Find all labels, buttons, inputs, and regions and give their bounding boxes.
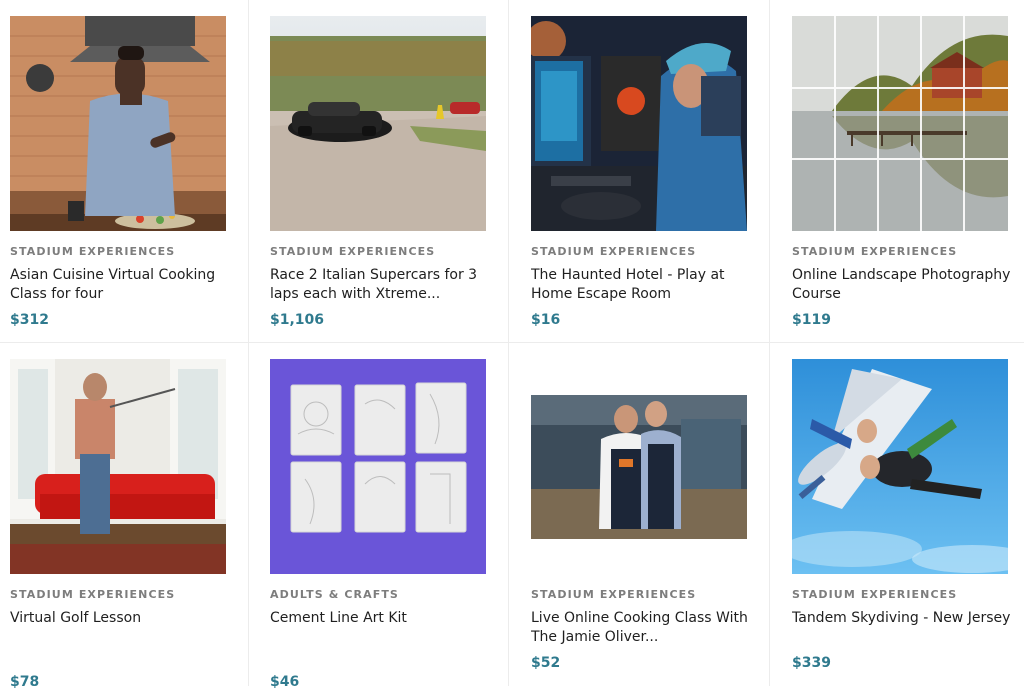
product-category: STADIUM EXPERIENCES [792, 588, 958, 601]
product-title[interactable]: Tandem Skydiving - New Jersey [792, 609, 1016, 647]
product-image[interactable] [270, 16, 486, 231]
product-price: $1,106 [270, 312, 325, 328]
product-card[interactable]: STADIUM EXPERIENCES Race 2 Italian Super… [249, 0, 509, 343]
product-card[interactable]: STADIUM EXPERIENCES Tandem Skydiving - N… [770, 343, 1024, 686]
product-price: $119 [792, 312, 831, 328]
product-title[interactable]: Asian Cuisine Virtual Cooking Class for … [10, 266, 240, 304]
gamer-at-computer-photo [531, 16, 747, 231]
product-image[interactable] [10, 16, 226, 231]
product-category: ADULTS & CRAFTS [270, 588, 399, 601]
product-price: $339 [792, 655, 831, 671]
product-card[interactable]: STADIUM EXPERIENCES Asian Cuisine Virtua… [0, 0, 249, 343]
product-category: STADIUM EXPERIENCES [10, 588, 176, 601]
product-category: STADIUM EXPERIENCES [270, 245, 436, 258]
product-price: $52 [531, 655, 561, 671]
product-category: STADIUM EXPERIENCES [792, 245, 958, 258]
product-image[interactable] [10, 359, 226, 574]
product-image[interactable] [792, 16, 1008, 231]
product-title[interactable]: Live Online Cooking Class With The Jamie… [531, 609, 761, 647]
product-category: STADIUM EXPERIENCES [10, 245, 176, 258]
product-title[interactable]: Virtual Golf Lesson [10, 609, 240, 647]
product-image[interactable] [531, 16, 747, 231]
product-price: $78 [10, 674, 40, 690]
cement-tiles-on-purple-photo [270, 359, 486, 574]
product-image[interactable] [531, 359, 747, 574]
product-title[interactable]: Cement Line Art Kit [270, 609, 500, 647]
product-card[interactable]: STADIUM EXPERIENCES Virtual Golf Lesson … [0, 343, 249, 690]
product-category: STADIUM EXPERIENCES [531, 588, 697, 601]
product-image[interactable] [270, 359, 486, 574]
two-chefs-in-kitchen-photo [531, 359, 747, 574]
product-price: $46 [270, 674, 300, 690]
product-card[interactable]: STADIUM EXPERIENCES Online Landscape Pho… [770, 0, 1024, 343]
product-price: $312 [10, 312, 49, 328]
product-title[interactable]: Race 2 Italian Supercars for 3 laps each… [270, 266, 500, 304]
tandem-skydivers-sky-photo [792, 359, 1008, 574]
lake-boathouse-landscape-photo [792, 16, 1008, 231]
product-category: STADIUM EXPERIENCES [531, 245, 697, 258]
supercar-on-racetrack-photo [270, 16, 486, 231]
product-title[interactable]: Online Landscape Photography Course [792, 266, 1016, 304]
man-golf-swing-living-room-photo [10, 359, 226, 574]
product-grid: STADIUM EXPERIENCES Asian Cuisine Virtua… [0, 0, 1024, 690]
product-price: $16 [531, 312, 561, 328]
man-cooking-in-kitchen-photo [10, 16, 226, 231]
product-card[interactable]: STADIUM EXPERIENCES The Haunted Hotel - … [509, 0, 770, 343]
product-title[interactable]: The Haunted Hotel - Play at Home Escape … [531, 266, 761, 304]
product-card[interactable]: ADULTS & CRAFTS Cement Line Art Kit $46 [249, 343, 509, 690]
product-image[interactable] [792, 359, 1008, 574]
product-card[interactable]: STADIUM EXPERIENCES Live Online Cooking … [509, 343, 770, 686]
